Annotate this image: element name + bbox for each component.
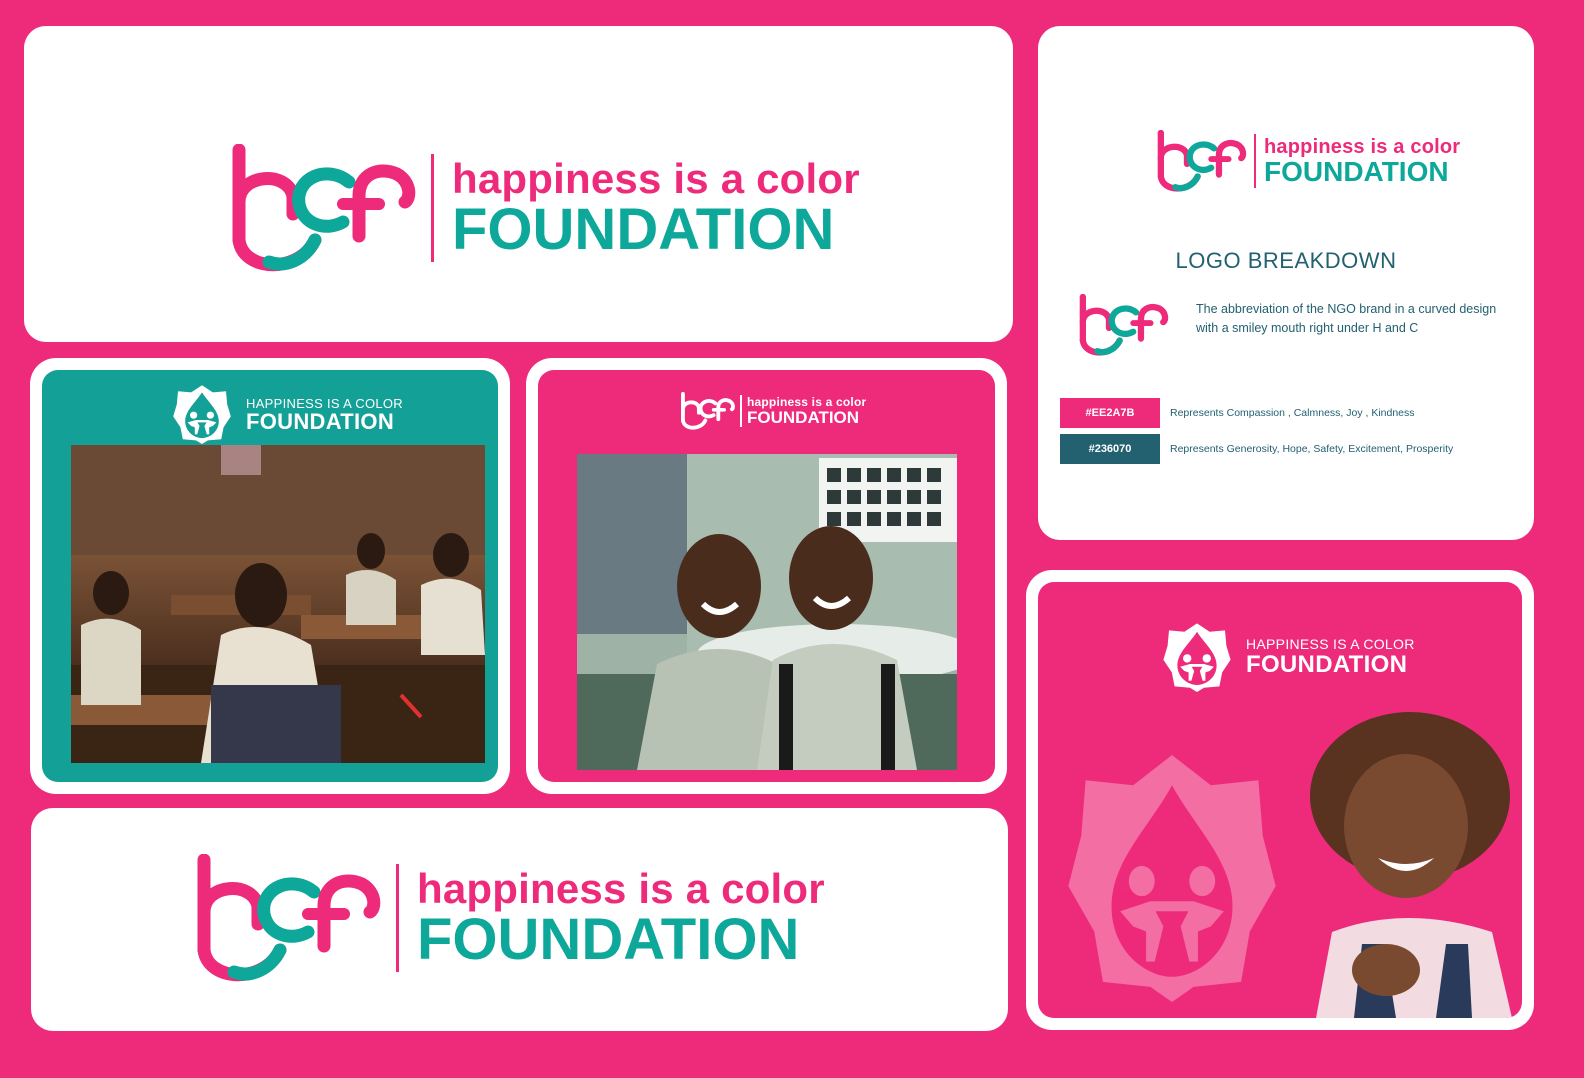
emblem-name: FOUNDATION <box>1246 651 1408 678</box>
emblem-name: FOUNDATION <box>246 408 395 434</box>
hcf-monogram-icon <box>1156 130 1248 192</box>
hcf-monogram-icon <box>229 144 419 272</box>
two-boys-illustration <box>577 454 957 770</box>
logo-breakdown-card: happiness is a color FOUNDATION LOGO BRE… <box>1038 26 1534 540</box>
wordmark-name: FOUNDATION <box>747 408 860 427</box>
smiling-girl-panel: HAPPINESS IS A COLOR FOUNDATION <box>1038 582 1522 1018</box>
two-boys-photo <box>577 454 957 770</box>
breakdown-description: The abbreviation of the NGO brand in a c… <box>1196 302 1497 335</box>
wordmark-divider <box>1254 134 1256 188</box>
wordmark-tagline: happiness is a color <box>452 155 860 202</box>
wordmark-tagline: happiness is a color <box>417 865 825 912</box>
two-boys-panel: happiness is a color FOUNDATION <box>538 370 995 782</box>
hcf-monogram-icon <box>1078 294 1170 356</box>
wordmark-divider <box>740 395 742 427</box>
hero-logo-card-top: happiness is a color FOUNDATION <box>24 26 1013 342</box>
wordmark-name: FOUNDATION <box>1264 156 1449 187</box>
smiling-girl-card: HAPPINESS IS A COLOR FOUNDATION <box>1026 570 1534 1030</box>
wordmark-divider <box>396 864 399 972</box>
wordmark-divider <box>431 154 434 262</box>
color-swatch-pink: #EE2A7B <box>1060 398 1160 428</box>
wordmark-name: FOUNDATION <box>452 197 835 262</box>
color-meaning: Represents Compassion , Calmness, Joy , … <box>1170 407 1415 419</box>
color-swatch-teal: #236070 <box>1060 434 1160 464</box>
watermark-emblem-icon <box>1064 750 1280 1002</box>
hero-logo-card-bottom: happiness is a color FOUNDATION <box>31 808 1008 1031</box>
hcf-wordmark: happiness is a color FOUNDATION <box>229 144 860 272</box>
hcf-wordmark: happiness is a color FOUNDATION <box>194 854 825 982</box>
hcf-monogram-icon <box>194 854 384 982</box>
classroom-panel: HAPPINESS IS A COLOR FOUNDATION <box>42 370 498 782</box>
wordmark-name: FOUNDATION <box>417 907 800 972</box>
emblem-logo: HAPPINESS IS A COLOR FOUNDATION <box>172 384 403 444</box>
color-meaning: Represents Generosity, Hope, Safety, Exc… <box>1170 443 1454 455</box>
smiling-girl-illustration <box>1310 712 1512 1018</box>
emblem-logo: HAPPINESS IS A COLOR FOUNDATION <box>1162 622 1415 692</box>
foundation-emblem-icon <box>1162 622 1232 692</box>
breakdown-title: LOGO BREAKDOWN <box>1175 248 1397 273</box>
two-boys-card: happiness is a color FOUNDATION <box>526 358 1007 794</box>
classroom-photo <box>71 445 485 763</box>
hcf-wordmark-small: happiness is a color FOUNDATION <box>1156 130 1460 192</box>
color-swatch-row: #236070 Represents Generosity, Hope, Saf… <box>1060 434 1453 464</box>
emblem-subtitle: HAPPINESS IS A COLOR <box>1246 636 1415 652</box>
foundation-emblem-icon <box>172 384 232 444</box>
color-swatch-row: #EE2A7B Represents Compassion , Calmness… <box>1060 398 1415 428</box>
hcf-monogram-icon <box>680 392 736 430</box>
classroom-illustration <box>71 445 485 763</box>
hcf-wordmark-white: happiness is a color FOUNDATION <box>680 392 866 430</box>
wordmark-tagline: happiness is a color <box>1264 136 1461 158</box>
smiling-girl-photo <box>1296 708 1522 1018</box>
classroom-card: HAPPINESS IS A COLOR FOUNDATION <box>30 358 510 794</box>
